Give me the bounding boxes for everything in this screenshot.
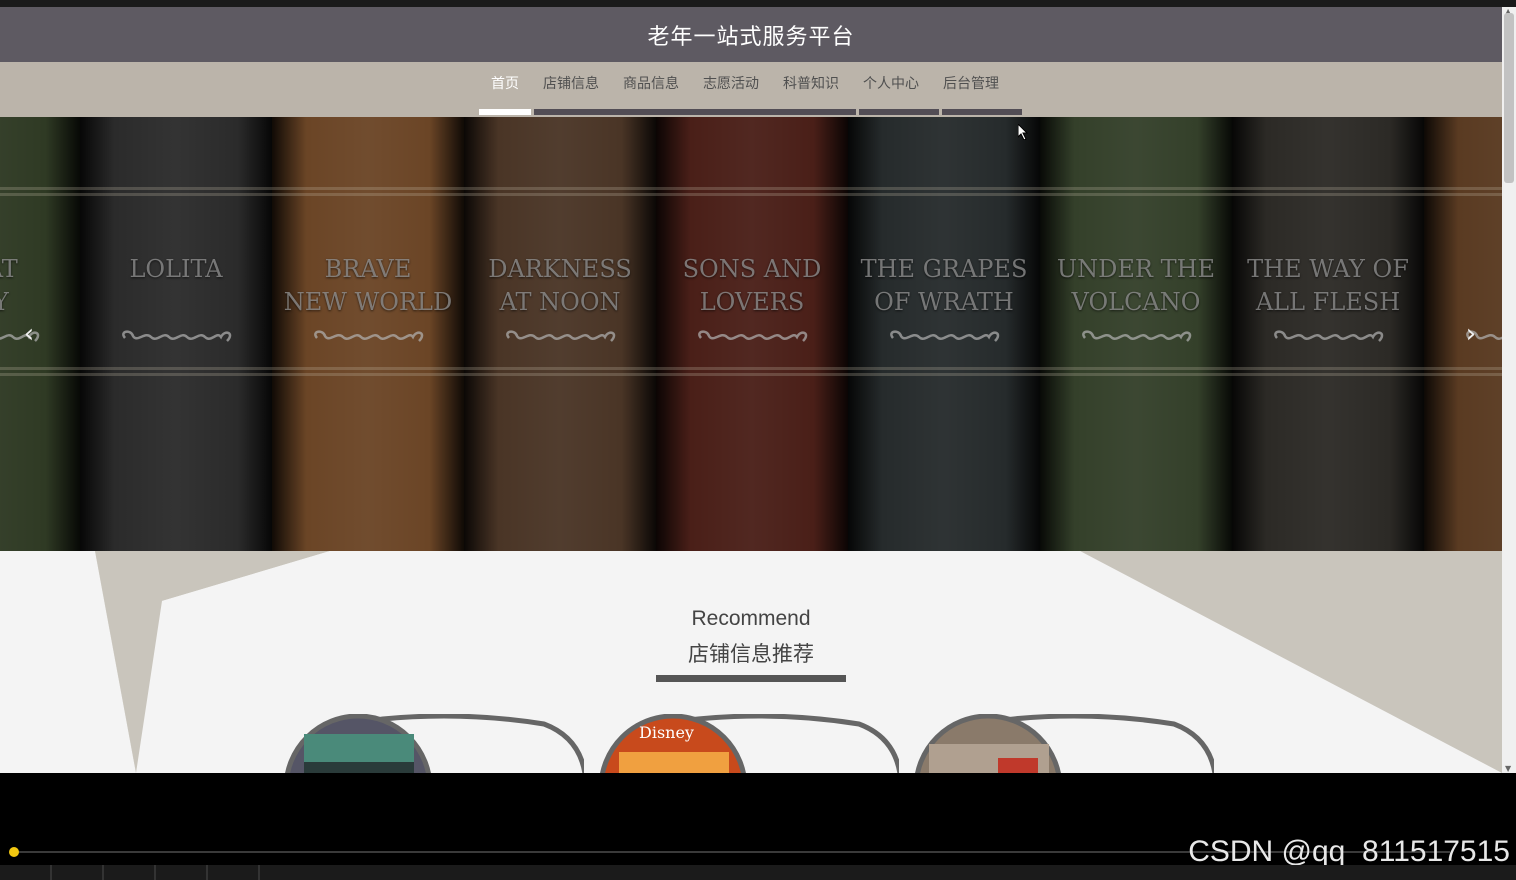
- player-control[interactable]: [208, 865, 260, 880]
- ornament-icon: [1274, 330, 1384, 342]
- shop-card[interactable]: Disney: [599, 714, 899, 773]
- window-top-edge: [0, 0, 1516, 7]
- recommend-title-en: Recommend: [691, 607, 811, 630]
- banner-carousel: REAT SBY LOLITA BRAVE NEW WORLD DARKNESS AT…: [0, 117, 1502, 551]
- book-spine: LOLITA: [80, 117, 272, 551]
- book-title: REAT SBY: [0, 255, 18, 316]
- spine-band: [272, 193, 464, 196]
- book-spine: THE GRAPES OF WRATH: [848, 117, 1040, 551]
- ornament-icon: [506, 330, 616, 342]
- spine-band: [464, 373, 656, 376]
- ornament-icon: [890, 330, 1000, 342]
- spine-band: [272, 373, 464, 376]
- recommend-divider: [656, 675, 846, 682]
- spine-band: [1232, 187, 1424, 190]
- spine-band: [1232, 373, 1424, 376]
- spine-band: [1040, 193, 1232, 196]
- spine-band: [656, 193, 848, 196]
- spine-band: [1232, 193, 1424, 196]
- spine-band: [0, 373, 80, 376]
- player-control[interactable]: [0, 865, 52, 880]
- spine-band: [848, 187, 1040, 190]
- spine-band: [656, 367, 848, 370]
- watermark: CSDN @qq_811517515: [1188, 835, 1510, 868]
- spine-band: [656, 373, 848, 376]
- chevron-left-icon[interactable]: ‹: [14, 317, 44, 351]
- spine-band: [80, 367, 272, 370]
- scroll-down-arrow-icon[interactable]: ▼: [1505, 764, 1511, 773]
- svg-text:Disney: Disney: [639, 723, 694, 742]
- ornament-icon: [698, 330, 808, 342]
- nav-active-indicator: [479, 109, 531, 115]
- book-title: LOLITA: [129, 255, 223, 283]
- ornament-icon: [314, 330, 424, 342]
- recommend-section: Recommend 店铺信息推荐 Disney: [0, 551, 1502, 773]
- player-control[interactable]: [104, 865, 156, 880]
- book-spine: UNDER THE VOLCANO: [1040, 117, 1232, 551]
- main-nav: 首页 店铺信息 商品信息 志愿活动 科普知识 个人中心 后台管理: [0, 62, 1502, 117]
- spine-band: [1424, 187, 1502, 190]
- spine-band: [464, 193, 656, 196]
- video-player-bar: CSDN @qq_811517515: [0, 773, 1516, 880]
- spine-band: [1040, 367, 1232, 370]
- book-spine: DARKNESS AT NOON: [464, 117, 656, 551]
- spine-band: [848, 193, 1040, 196]
- browser-viewport: 老年一站式服务平台 首页 店铺信息 商品信息 志愿活动 科普知识 个人中心 后台…: [0, 7, 1502, 773]
- book-title: THE GRAPES OF WRATH: [860, 255, 1028, 316]
- player-control[interactable]: [156, 865, 208, 880]
- site-header: 老年一站式服务平台: [0, 7, 1502, 62]
- spine-band: [464, 367, 656, 370]
- chevron-right-icon[interactable]: ›: [1456, 317, 1486, 351]
- spine-band: [1424, 193, 1502, 196]
- ornament-icon: [122, 330, 232, 342]
- spine-band: [1424, 373, 1502, 376]
- player-control[interactable]: [52, 865, 104, 880]
- site-title: 老年一站式服务平台: [647, 24, 855, 50]
- spine-band: [0, 187, 80, 190]
- spine-band: [848, 373, 1040, 376]
- nav-underline: [859, 109, 939, 115]
- spine-band: [464, 187, 656, 190]
- book-spine: BRAVE NEW WORLD: [272, 117, 464, 551]
- nav-underline: [534, 109, 856, 115]
- player-controls: [0, 865, 1516, 880]
- spine-band: [80, 193, 272, 196]
- scroll-thumb[interactable]: [1504, 13, 1514, 183]
- spine-band: [272, 187, 464, 190]
- book-title: SONS AND LOVERS: [682, 255, 822, 316]
- spine-band: [656, 187, 848, 190]
- vertical-scrollbar[interactable]: ▲ ▼: [1502, 7, 1516, 773]
- book-title: THE WAY OF ALL FLESH: [1247, 255, 1409, 316]
- shop-card[interactable]: [284, 714, 584, 773]
- spine-band: [1232, 367, 1424, 370]
- book-spine: THE WAY OF ALL FLESH: [1232, 117, 1424, 551]
- mouse-cursor-icon: [1018, 124, 1029, 140]
- spine-band: [848, 367, 1040, 370]
- book-title: UNDER THE VOLCANO: [1056, 255, 1216, 316]
- spine-band: [1040, 187, 1232, 190]
- spine-band: [1424, 367, 1502, 370]
- spine-band: [272, 367, 464, 370]
- spine-band: [80, 373, 272, 376]
- video-progress-knob[interactable]: [9, 847, 19, 857]
- ornament-icon: [1082, 330, 1192, 342]
- book-title: BRAVE NEW WORLD: [283, 255, 453, 316]
- book-title: DARKNESS AT NOON: [488, 255, 632, 316]
- recommend-title-cn: 店铺信息推荐: [688, 642, 814, 666]
- spine-band: [0, 193, 80, 196]
- shop-card[interactable]: [914, 714, 1214, 773]
- spine-band: [1040, 373, 1232, 376]
- book-spine: SONS AND LOVERS: [656, 117, 848, 551]
- spine-band: [0, 367, 80, 370]
- spine-band: [80, 187, 272, 190]
- nav-underline: [942, 109, 1022, 115]
